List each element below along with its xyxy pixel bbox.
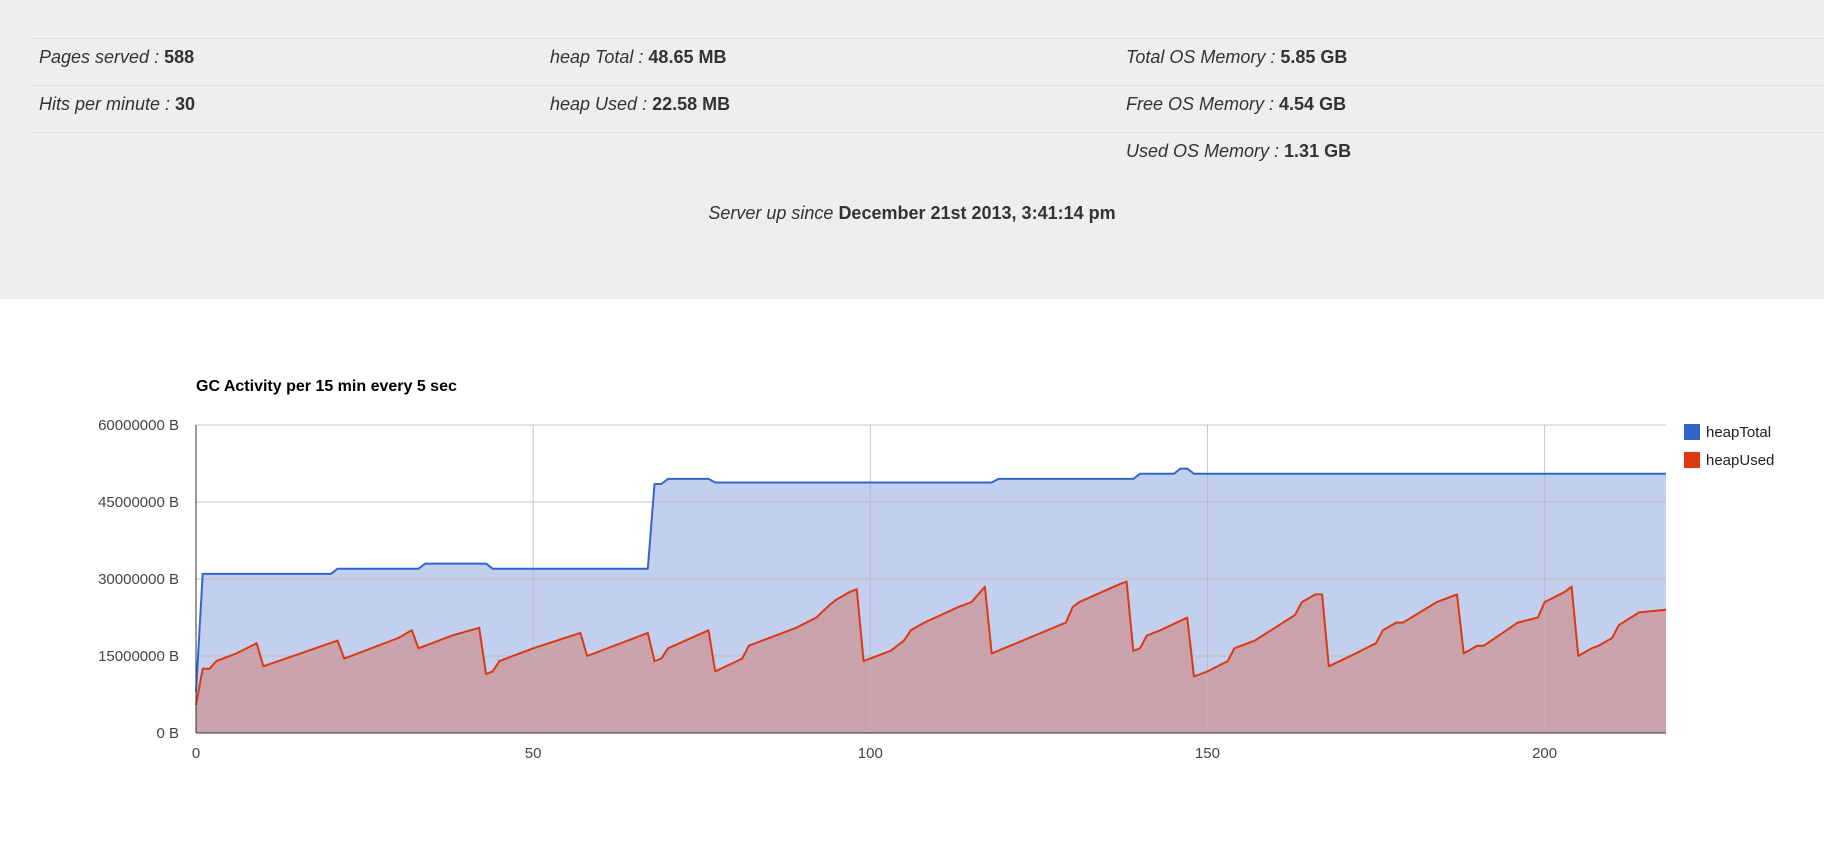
stat-label: Hits per minute : bbox=[39, 94, 176, 114]
row-divider bbox=[31, 38, 1824, 39]
y-tick-label: 15000000 B bbox=[98, 648, 179, 665]
chart-title: GC Activity per 15 min every 5 sec bbox=[196, 378, 457, 395]
stat-label: heap Total : bbox=[550, 47, 649, 67]
stat-value: 588 bbox=[164, 47, 195, 67]
gc-activity-chart: 0 B 15000000 B 30000000 B 45000000 B 6000000… bbox=[98, 417, 1774, 762]
stat-heap-used: heap Used : 22.58 MB bbox=[550, 93, 730, 115]
legend-swatch-heapUsed bbox=[1684, 452, 1700, 468]
x-tick-label: 0 bbox=[192, 745, 200, 762]
stat-pages-served: Pages served : 588 bbox=[39, 46, 194, 68]
y-tick-label: 0 B bbox=[156, 725, 179, 742]
y-tick-label: 45000000 B bbox=[98, 494, 179, 511]
stat-value: 5.85 GB bbox=[1280, 47, 1348, 67]
stat-value: 30 bbox=[175, 94, 196, 114]
x-tick-label: 150 bbox=[1195, 745, 1220, 762]
stat-free-os-memory: Free OS Memory : 4.54 GB bbox=[1126, 93, 1346, 115]
stat-value: 1.31 GB bbox=[1284, 141, 1352, 161]
stat-used-os-memory: Used OS Memory : 1.31 GB bbox=[1126, 140, 1351, 162]
stat-label: Total OS Memory : bbox=[1126, 47, 1281, 67]
stat-value: 22.58 MB bbox=[652, 94, 731, 114]
x-tick-label: 100 bbox=[858, 745, 883, 762]
row-divider bbox=[31, 132, 1824, 133]
uptime-value: December 21st 2013, 3:41:14 pm bbox=[838, 203, 1116, 223]
row-divider bbox=[31, 85, 1824, 86]
x-tick-label: 200 bbox=[1532, 745, 1557, 762]
stat-hits-per-minute: Hits per minute : 30 bbox=[39, 93, 195, 115]
stat-value: 4.54 GB bbox=[1279, 94, 1347, 114]
stat-label: Pages served : bbox=[39, 47, 165, 67]
uptime-label: Server up since bbox=[708, 203, 839, 223]
stat-total-os-memory: Total OS Memory : 5.85 GB bbox=[1126, 46, 1347, 68]
y-tick-label: 30000000 B bbox=[98, 571, 179, 588]
stat-heap-total: heap Total : 48.65 MB bbox=[550, 46, 726, 68]
server-stats-panel: Pages served : 588 Hits per minute : 30 … bbox=[0, 0, 1824, 299]
legend-label-heapTotal: heapTotal bbox=[1706, 424, 1771, 441]
y-tick-label: 60000000 B bbox=[98, 417, 179, 434]
stat-label: heap Used : bbox=[550, 94, 653, 114]
legend-label-heapUsed: heapUsed bbox=[1706, 452, 1774, 469]
stat-label: Free OS Memory : bbox=[1126, 94, 1280, 114]
legend-swatch-heapTotal bbox=[1684, 424, 1700, 440]
x-tick-label: 50 bbox=[525, 745, 542, 762]
stat-value: 48.65 MB bbox=[648, 47, 727, 67]
server-uptime: Server up since December 21st 2013, 3:41… bbox=[0, 202, 1824, 224]
stat-label: Used OS Memory : bbox=[1126, 141, 1285, 161]
